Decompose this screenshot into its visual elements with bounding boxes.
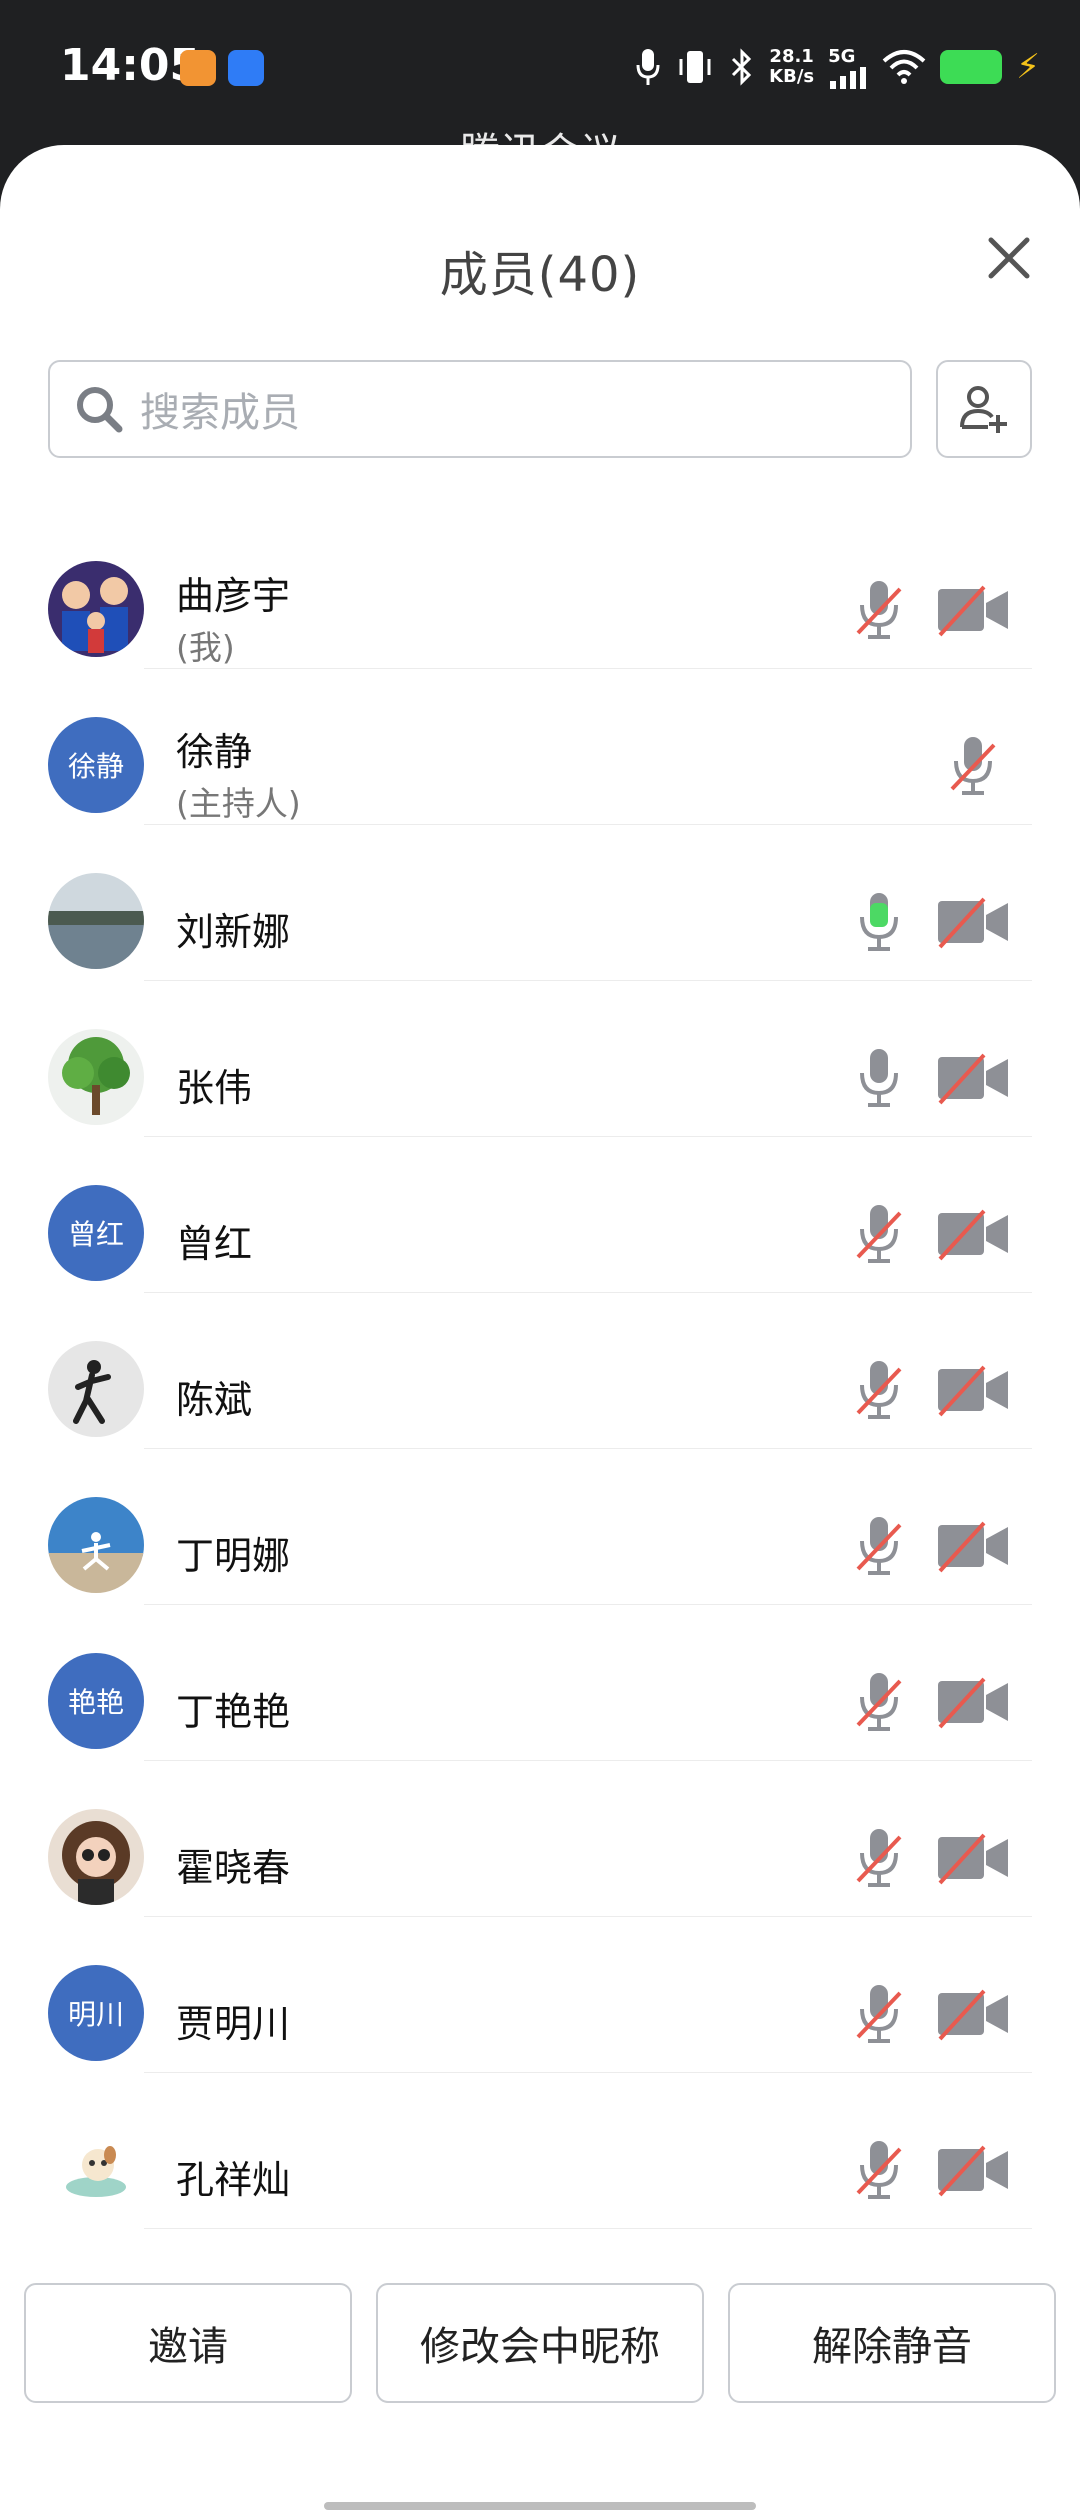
add-member-button[interactable]	[936, 360, 1032, 458]
avatar: 徐静	[48, 717, 144, 813]
member-name: 张伟	[176, 1066, 253, 1110]
member-row[interactable]: 丁明娜	[0, 1449, 1080, 1605]
camera-off-icon[interactable]	[936, 581, 1010, 639]
invite-button[interactable]: 邀请	[24, 2283, 352, 2403]
search-icon	[77, 387, 123, 433]
camera-off-icon[interactable]	[936, 1361, 1010, 1419]
member-name: 霍晓春	[176, 1846, 291, 1890]
avatar	[48, 2121, 144, 2217]
avatar	[48, 1497, 144, 1593]
close-button[interactable]	[974, 223, 1044, 293]
vibrate-icon	[679, 51, 711, 83]
avatar: 曾红	[48, 1185, 144, 1281]
member-name: 刘新娜	[176, 910, 291, 954]
status-bar: 14:05 28.1 KB/s 5G ⚡	[0, 0, 1080, 140]
mic-status-icon	[636, 49, 660, 85]
status-icons: 28.1 KB/s 5G ⚡	[635, 42, 1040, 92]
avatar: 艳艳	[48, 1653, 144, 1749]
camera-off-icon[interactable]	[936, 2141, 1010, 2199]
mic-on-icon[interactable]	[852, 1043, 906, 1113]
app-notification-icon	[180, 50, 216, 86]
member-row[interactable]: 陈斌	[0, 1293, 1080, 1449]
member-name: 丁艳艳	[176, 1690, 291, 1734]
network-type: 5G	[828, 45, 856, 67]
member-row[interactable]: 艳艳 丁艳艳	[0, 1605, 1080, 1761]
camera-off-icon[interactable]	[936, 893, 1010, 951]
bluetooth-icon	[732, 48, 752, 86]
charging-icon: ⚡	[1016, 47, 1040, 87]
camera-off-icon[interactable]	[936, 1205, 1010, 1263]
avatar	[48, 1341, 144, 1437]
home-indicator[interactable]	[324, 2502, 756, 2510]
camera-off-icon[interactable]	[936, 1049, 1010, 1107]
signal-icon	[830, 66, 867, 89]
search-placeholder: 搜索成员	[140, 390, 300, 436]
member-row[interactable]: 徐静 徐静 (主持人)	[0, 669, 1080, 825]
member-row[interactable]: 孔祥灿	[0, 2073, 1080, 2229]
member-list: 曲彦宇 (我) 徐静 徐静 (主持人) 刘新娜 张伟 曾红 曾红 陈斌 丁明娜 …	[0, 513, 1080, 2229]
member-row[interactable]: 曲彦宇 (我)	[0, 513, 1080, 669]
mic-muted-icon[interactable]	[852, 2135, 906, 2205]
member-name: 陈斌	[176, 1378, 253, 1422]
rename-button[interactable]: 修改会中昵称	[376, 2283, 704, 2403]
avatar	[48, 561, 144, 657]
meeting-app-icon	[228, 50, 264, 86]
panel-title: 成员(40)	[439, 247, 641, 303]
avatar: 明川	[48, 1965, 144, 2061]
member-row[interactable]: 霍晓春	[0, 1761, 1080, 1917]
network-speed: 28.1 KB/s	[769, 47, 814, 87]
row-divider	[144, 2228, 1032, 2229]
mic-muted-icon[interactable]	[852, 1199, 906, 1269]
member-name: 徐静	[176, 730, 253, 774]
add-user-icon	[960, 386, 1007, 433]
camera-off-icon[interactable]	[936, 1517, 1010, 1575]
avatar	[48, 873, 144, 969]
member-name: 曲彦宇	[176, 574, 291, 618]
mic-muted-icon[interactable]	[946, 731, 1000, 801]
member-name: 贾明川	[176, 2002, 291, 2046]
camera-off-icon[interactable]	[936, 1673, 1010, 1731]
close-icon	[988, 237, 1030, 279]
mic-muted-icon[interactable]	[852, 1979, 906, 2049]
wifi-icon	[882, 50, 926, 84]
speed-unit: KB/s	[769, 66, 815, 87]
member-name: 曾红	[176, 1222, 253, 1266]
avatar	[48, 1809, 144, 1905]
mic-muted-icon[interactable]	[852, 575, 906, 645]
avatar	[48, 1029, 144, 1125]
mic-muted-icon[interactable]	[852, 1823, 906, 1893]
mic-muted-icon[interactable]	[852, 1355, 906, 1425]
member-role: (主持人)	[176, 784, 301, 823]
camera-off-icon[interactable]	[936, 1829, 1010, 1887]
member-row[interactable]: 张伟	[0, 981, 1080, 1137]
member-name: 孔祥灿	[176, 2158, 291, 2202]
mic-muted-icon[interactable]	[852, 1667, 906, 1737]
member-role: (我)	[176, 628, 235, 667]
members-panel: 成员(40) 搜索成员 曲彦宇 (我) 徐静 徐静 (主持人) 刘新娜 张伟 曾…	[0, 145, 1080, 2520]
mic-muted-icon[interactable]	[852, 1511, 906, 1581]
camera-off-icon[interactable]	[936, 1985, 1010, 2043]
member-row[interactable]: 刘新娜	[0, 825, 1080, 981]
member-row[interactable]: 曾红 曾红	[0, 1137, 1080, 1293]
member-name: 丁明娜	[176, 1534, 291, 1578]
signal-group: 5G	[828, 46, 868, 89]
mic-speaking-icon[interactable]	[852, 887, 906, 957]
unmute-button[interactable]: 解除静音	[728, 2283, 1056, 2403]
speed-value: 28.1	[769, 46, 814, 67]
battery-icon	[940, 50, 1003, 84]
member-row[interactable]: 明川 贾明川	[0, 1917, 1080, 2073]
search-input[interactable]: 搜索成员	[48, 360, 912, 458]
